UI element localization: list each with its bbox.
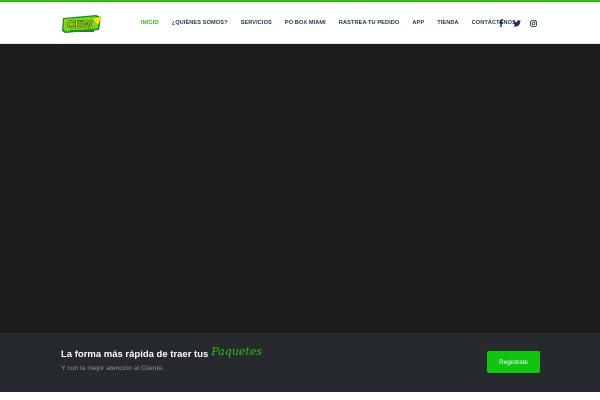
cta-title-text: La forma más rápida de traer tus — [61, 349, 209, 360]
hero-banner — [0, 44, 600, 333]
cta-subtitle: Y con la mejor atención al Cliente. — [61, 365, 165, 372]
nav-item-po-box-miami[interactable]: PO BOX MIAMI — [285, 20, 326, 26]
nav-item-servicios[interactable]: SERVICIOS — [241, 20, 272, 26]
brand-logo[interactable]: CEW — [60, 13, 104, 35]
svg-text:CEW: CEW — [67, 19, 93, 31]
nav-item-inicio[interactable]: INICIO — [141, 20, 159, 26]
facebook-icon[interactable] — [494, 16, 508, 30]
nav-item-app[interactable]: APP — [412, 20, 424, 26]
social-links — [494, 2, 542, 44]
cta-title-accent: Paquetes — [211, 345, 262, 358]
main-nav: INICIO ¿QUIÉNES SOMOS? SERVICIOS PO BOX … — [141, 2, 529, 44]
page-bottom-strip — [0, 392, 600, 400]
cta-title: La forma más rápida de traer tus Paquete… — [61, 345, 262, 360]
nav-item-tienda[interactable]: TIENDA — [437, 20, 458, 26]
nav-item-rastrea-tu-pedido[interactable]: RASTREA TU PEDIDO — [339, 20, 400, 26]
instagram-icon[interactable] — [526, 16, 540, 30]
nav-item-quienes-somos[interactable]: ¿QUIÉNES SOMOS? — [172, 20, 228, 26]
register-button[interactable]: Registrate — [487, 351, 540, 373]
twitter-icon[interactable] — [510, 16, 524, 30]
site-header: CEW INICIO ¿QUIÉNES SOMOS? SERVICIOS PO … — [0, 2, 600, 44]
